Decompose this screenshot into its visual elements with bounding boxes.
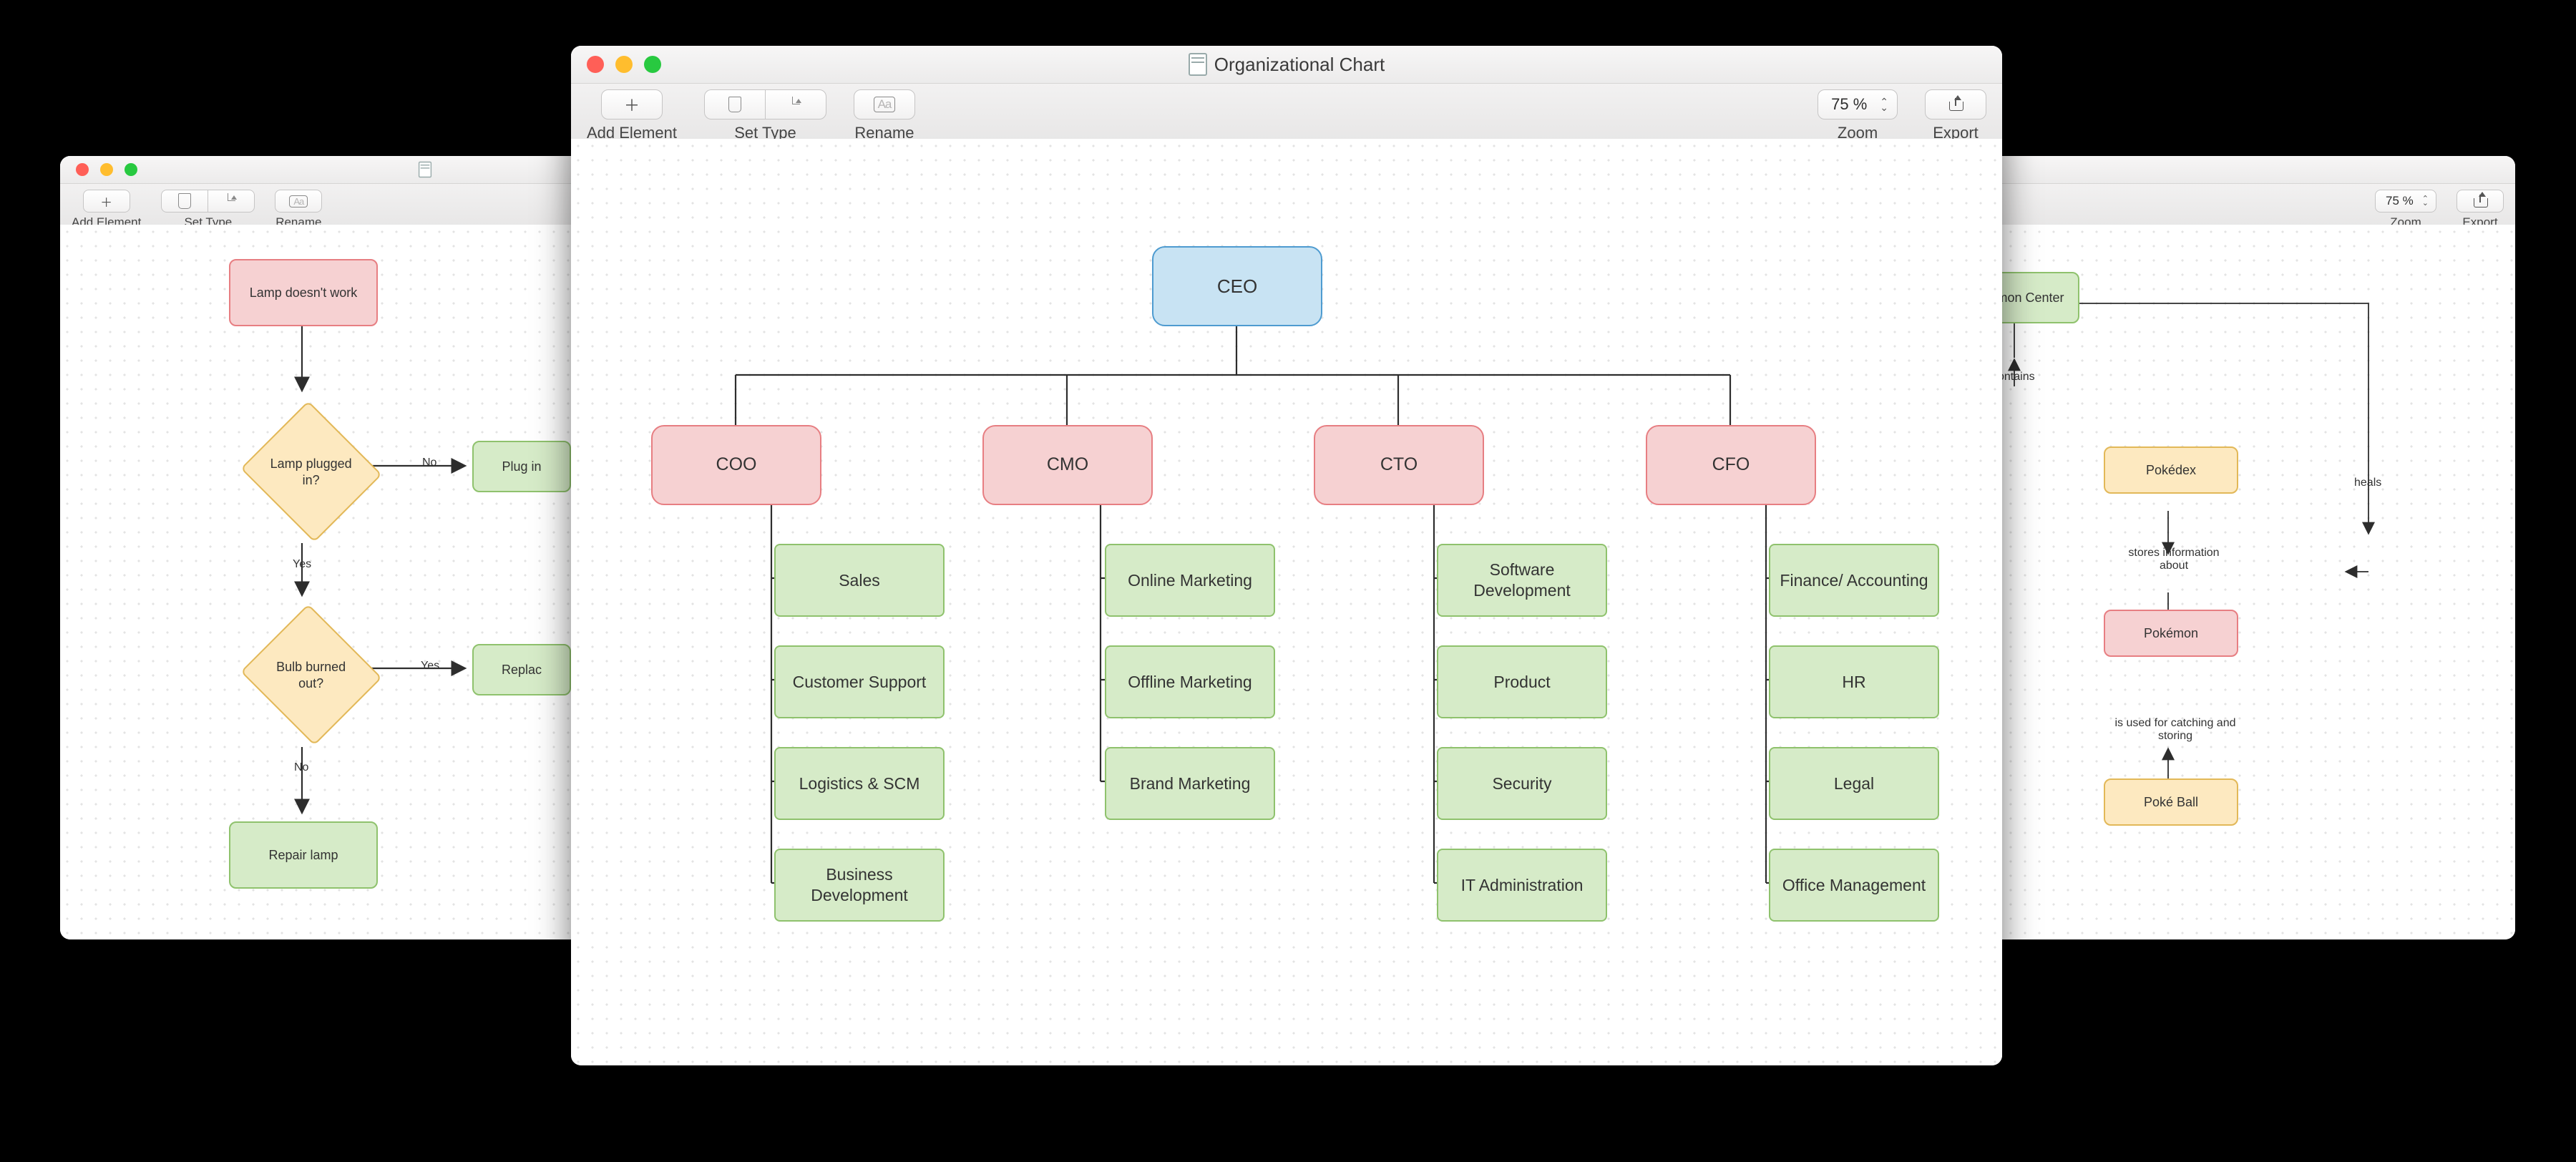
node-cfo[interactable]: CFO [1646,425,1816,505]
share-icon [2474,195,2487,208]
rename-icon: Aa [874,97,896,112]
window-close-button[interactable] [76,163,89,176]
node-replace[interactable]: Replac [472,644,571,695]
export-button[interactable] [1925,89,1986,119]
plus-icon: ＋ [624,93,640,116]
window-minimize-button[interactable] [100,163,113,176]
node-cto[interactable]: CTO [1314,425,1484,505]
document-icon [419,162,431,177]
node-pokemon[interactable]: Pokémon [2104,610,2238,657]
rename-group: Aa Rename [275,184,322,230]
rename-button[interactable]: Aa [854,89,915,119]
node-coo[interactable]: COO [651,425,821,505]
export-button[interactable] [2457,190,2504,213]
window-minimize-button[interactable] [615,56,633,73]
node-plugged-in-label: Lamp plugged in? [269,456,353,488]
window-zoom-button[interactable] [125,163,137,176]
chevrons-icon: ⌃⌄ [2422,197,2429,205]
node-business-development[interactable]: Business Development [774,849,945,922]
zoom-select[interactable]: 75 % ⌃⌄ [1818,89,1898,119]
node-start[interactable]: Lamp doesn't work [229,259,378,326]
add-element-group: ＋ Add Element [72,184,141,230]
set-type-group: Set Type [161,184,255,230]
shape-icon [728,97,741,112]
traffic-lights [571,56,661,73]
node-finance-accounting[interactable]: Finance/ Accounting [1769,544,1939,617]
zoom-value: 75 % [2386,194,2414,208]
edge-label-catch: is used for catching and storing [2104,717,2247,743]
rename-icon: Aa [289,195,308,208]
share-icon [1949,98,1962,111]
export-group: Export [2457,184,2504,230]
node-plug-in[interactable]: Plug in [472,441,571,492]
zoom-group: 75 % ⌃⌄ Zoom [1818,84,1898,142]
node-software-dev[interactable]: Software Development [1437,544,1607,617]
add-element-button[interactable]: ＋ [83,190,130,213]
node-customer-support[interactable]: Customer Support [774,645,945,718]
rename-group: Aa Rename [854,84,915,142]
node-office-management[interactable]: Office Management [1769,849,1939,922]
zoom-select[interactable]: 75 % ⌃⌄ [2375,190,2436,213]
canvas[interactable]: CEO COO CMO CTO CFO Sales Customer Suppo… [571,139,2002,1065]
node-hr[interactable]: HR [1769,645,1939,718]
node-offline-marketing[interactable]: Offline Marketing [1105,645,1275,718]
export-group: Export [1925,84,1986,142]
edge-label-stores: stores information about [2117,547,2231,572]
node-it-administration[interactable]: IT Administration [1437,849,1607,922]
node-logistics-scm[interactable]: Logistics & SCM [774,747,945,820]
node-security[interactable]: Security [1437,747,1607,820]
set-type-shape-button[interactable] [161,190,208,213]
set-type-group: Set Type [704,84,826,142]
node-cmo[interactable]: CMO [982,425,1153,505]
set-type-shape-button[interactable] [704,89,765,119]
titlebar[interactable]: Organizational Chart [571,46,2002,84]
window-title: Organizational Chart [1214,54,1385,76]
branch-icon [790,97,801,112]
edge-label-no-2: No [294,761,308,774]
node-bulb-burned-label: Bulb burned out? [269,659,353,691]
window-org-chart: Organizational Chart ＋ Add Element Set T… [571,46,2002,1065]
node-pokeball[interactable]: Poké Ball [2104,778,2238,826]
node-brand-marketing[interactable]: Brand Marketing [1105,747,1275,820]
edge-label-heals: heals [2354,477,2381,489]
add-element-button[interactable]: ＋ [601,89,663,119]
shape-icon [178,193,191,209]
plus-icon: ＋ [100,192,112,210]
rename-button[interactable]: Aa [275,190,322,213]
node-pokedex[interactable]: Pokédex [2104,446,2238,494]
chevrons-icon: ⌃⌄ [1880,99,1888,110]
zoom-value: 75 % [1831,95,1867,114]
node-legal[interactable]: Legal [1769,747,1939,820]
node-repair[interactable]: Repair lamp [229,821,378,889]
node-sales[interactable]: Sales [774,544,945,617]
traffic-lights [60,163,137,176]
add-element-group: ＋ Add Element [587,84,677,142]
node-ceo[interactable]: CEO [1152,246,1322,326]
branch-icon [225,193,237,209]
node-online-marketing[interactable]: Online Marketing [1105,544,1275,617]
window-zoom-button[interactable] [644,56,661,73]
window-close-button[interactable] [587,56,604,73]
zoom-group: 75 % ⌃⌄ Zoom [2375,184,2436,230]
document-icon [1189,53,1207,76]
edge-label-no-1: No [422,456,436,469]
toolbar: ＋ Add Element Set Type Aa Rename 75 % ⌃⌄ [571,84,2002,140]
edge-label-yes-1: Yes [293,558,311,571]
set-type-branch-button[interactable] [765,89,826,119]
edge-label-yes-2: Yes [421,660,439,673]
node-product[interactable]: Product [1437,645,1607,718]
set-type-branch-button[interactable] [208,190,255,213]
